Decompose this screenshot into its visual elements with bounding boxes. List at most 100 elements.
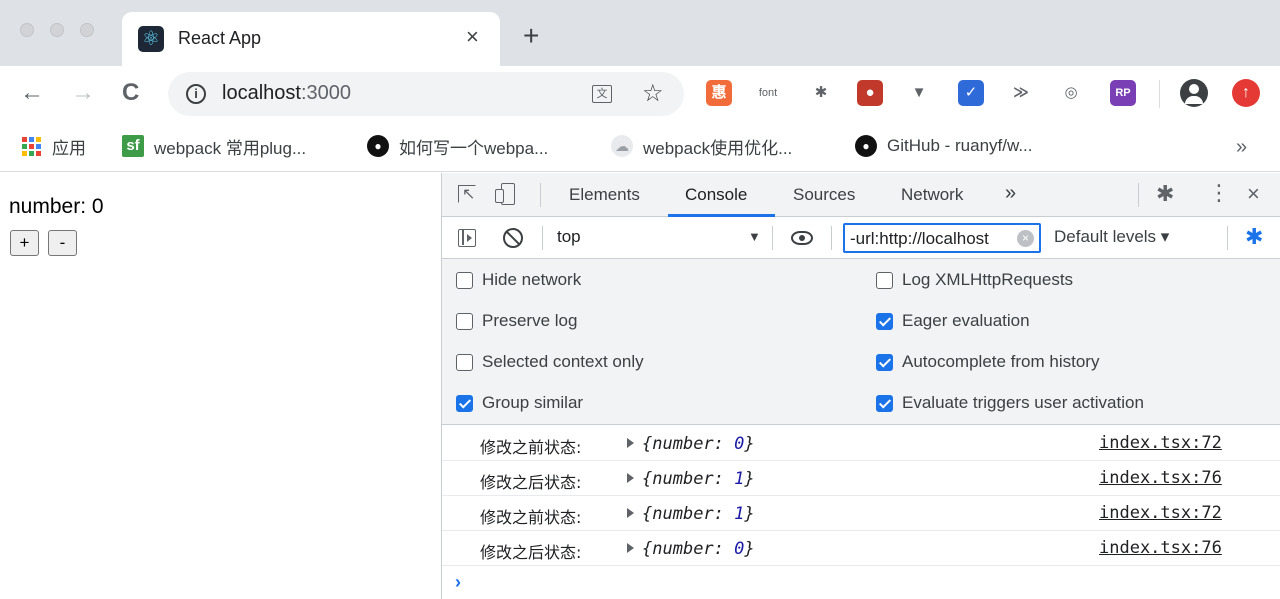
react-icon: ⚛ (138, 26, 164, 52)
console-prompt[interactable]: › (455, 573, 461, 591)
context-selector[interactable]: top (557, 227, 581, 247)
checkbox[interactable] (876, 353, 893, 371)
tab-sources[interactable]: Sources (793, 185, 855, 205)
window-zoom-button[interactable] (80, 23, 94, 37)
close-devtools-button[interactable]: × (1247, 181, 1260, 207)
live-expression-eye-icon[interactable] (791, 231, 813, 245)
tab-console[interactable]: Console (685, 185, 747, 205)
address-bar[interactable]: i localhost:3000 文 ☆ (168, 72, 684, 116)
checkbox[interactable] (876, 271, 893, 289)
source-link[interactable]: index.tsx:72 (1099, 433, 1222, 453)
source-link[interactable]: index.tsx:76 (1099, 538, 1222, 558)
log-object[interactable]: {number: 1} (642, 469, 755, 489)
option-autocomplete-history[interactable]: Autocomplete from history (876, 352, 1099, 372)
log-label: 修改之后状态: (480, 543, 582, 562)
divider (1138, 183, 1139, 207)
window-close-button[interactable] (20, 23, 34, 37)
translate-icon[interactable]: 文 (592, 85, 612, 103)
console-output: 修改之前状态: {number: 0} index.tsx:72 修改之后状态:… (442, 426, 1280, 599)
clear-console-icon[interactable] (503, 228, 523, 248)
divider (540, 183, 541, 207)
bookmark-webpack-howto[interactable]: ● 如何写一个webpa... (367, 134, 548, 158)
option-eager-evaluation[interactable]: Eager evaluation (876, 311, 1030, 331)
reload-button[interactable]: C (122, 78, 139, 108)
increment-button[interactable]: + (10, 230, 39, 256)
expand-triangle-icon[interactable] (627, 438, 634, 448)
option-evaluate-triggers[interactable]: Evaluate triggers user activation (876, 393, 1144, 413)
option-log-xhr[interactable]: Log XMLHttpRequests (876, 270, 1073, 290)
toolbar-divider (1159, 80, 1160, 108)
divider (831, 226, 832, 250)
bookmark-webpack-optimize[interactable]: ☁ webpack使用优化... (611, 134, 792, 158)
device-toolbar-icon[interactable] (495, 183, 517, 205)
show-sidebar-icon[interactable] (458, 229, 476, 247)
ext-font-icon[interactable]: font (755, 80, 781, 106)
window-minimize-button[interactable] (50, 23, 64, 37)
expand-triangle-icon[interactable] (627, 508, 634, 518)
option-hide-network[interactable]: Hide network (456, 270, 581, 290)
more-options-icon[interactable]: ⋮ (1208, 181, 1230, 205)
source-link[interactable]: index.tsx:72 (1099, 503, 1222, 523)
option-group-similar[interactable]: Group similar (456, 393, 583, 413)
console-filter-input[interactable]: -url:http://localhost × (843, 223, 1041, 253)
bookmark-sf-webpack[interactable]: sf webpack 常用plug... (122, 134, 306, 158)
ext-ladybug-icon[interactable]: ● (857, 80, 883, 106)
bookmark-star-icon[interactable]: ☆ (642, 80, 664, 108)
ext-vue-icon[interactable]: ▼ (906, 80, 932, 106)
bookmark-apps[interactable]: 应用 (20, 134, 86, 158)
ext-hui-icon[interactable]: 惠 (706, 80, 732, 106)
ext-record-icon[interactable]: ◎ (1058, 80, 1084, 106)
info-icon[interactable]: i (186, 84, 206, 104)
address-text[interactable]: localhost:3000 (222, 82, 351, 105)
checkbox[interactable] (456, 271, 473, 289)
ext-star-icon[interactable]: ✱ (808, 80, 834, 106)
log-label: 修改之前状态: (480, 438, 582, 457)
back-button[interactable]: ← (20, 78, 44, 108)
address-host: localhost (222, 82, 301, 104)
option-label: Log XMLHttpRequests (902, 270, 1074, 289)
checkbox[interactable] (876, 394, 893, 412)
log-object[interactable]: {number: 0} (642, 434, 755, 454)
console-settings-gear-icon[interactable]: ✱ (1245, 225, 1263, 249)
log-object[interactable]: {number: 0} (642, 539, 755, 559)
clear-filter-icon[interactable]: × (1017, 230, 1034, 247)
browser-tab[interactable]: ⚛ React App × (122, 12, 500, 66)
option-label: Evaluate triggers user activation (902, 393, 1144, 412)
log-object[interactable]: {number: 1} (642, 504, 755, 524)
option-label: Group similar (482, 393, 584, 412)
more-tabs-button[interactable]: » (1005, 182, 1016, 205)
checkbox[interactable] (456, 353, 473, 371)
browser-toolbar: ← → C i localhost:3000 文 ☆ 惠 font ✱ ● ▼ ✓ ≫ ◎ RP… (0, 66, 1280, 122)
ext-check-icon[interactable]: ✓ (958, 80, 984, 106)
source-link[interactable]: index.tsx:76 (1099, 468, 1222, 488)
checkbox[interactable] (876, 312, 893, 330)
option-preserve-log[interactable]: Preserve log (456, 311, 577, 331)
tab-elements[interactable]: Elements (569, 185, 640, 205)
divider (772, 226, 773, 250)
expand-triangle-icon[interactable] (627, 473, 634, 483)
forward-button[interactable]: → (71, 78, 95, 108)
bookmark-github-ruanyf[interactable]: ● GitHub - ruanyf/w... (855, 134, 1033, 158)
option-label: Autocomplete from history (902, 352, 1100, 371)
decrement-button[interactable]: - (48, 230, 77, 256)
new-tab-button[interactable]: + (523, 22, 539, 50)
settings-gear-icon[interactable]: ✱ (1156, 182, 1174, 206)
option-selected-context-only[interactable]: Selected context only (456, 352, 644, 372)
option-label: Hide network (482, 270, 582, 289)
inspect-element-icon[interactable] (458, 184, 476, 204)
chevron-down-icon[interactable]: ▼ (748, 229, 761, 244)
tab-network[interactable]: Network (901, 185, 963, 205)
update-icon[interactable]: ↑ (1232, 79, 1260, 107)
profile-avatar-icon[interactable] (1180, 79, 1208, 107)
log-levels-dropdown[interactable]: Default levels ▾ (1054, 227, 1169, 247)
console-toolbar: top ▼ -url:http://localhost × Default le… (442, 217, 1280, 259)
console-message: 修改之后状态: {number: 1} index.tsx:76 (442, 461, 1280, 496)
bookmarks-overflow-button[interactable]: » (1236, 136, 1247, 159)
console-settings-pane: Hide network Preserve log Selected conte… (442, 259, 1280, 425)
expand-triangle-icon[interactable] (627, 543, 634, 553)
ext-rp-icon[interactable]: RP (1110, 80, 1136, 106)
checkbox[interactable] (456, 394, 473, 412)
tab-close-button[interactable]: × (466, 24, 479, 50)
checkbox[interactable] (456, 312, 473, 330)
ext-chevrons-icon[interactable]: ≫ (1008, 80, 1034, 106)
